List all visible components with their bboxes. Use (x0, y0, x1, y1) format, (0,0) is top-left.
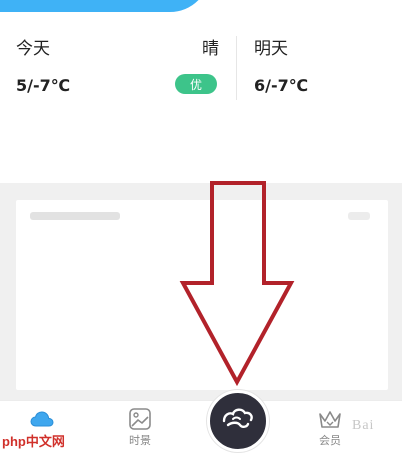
image-icon (129, 408, 151, 430)
tab-membership-label: 会员 (319, 434, 341, 447)
arrow-shape (179, 181, 295, 387)
php-watermark-logo: php中文网 (0, 430, 67, 451)
tab-scenery[interactable]: 时景 (110, 400, 170, 452)
cloud-icon (30, 411, 54, 427)
crown-icon (319, 411, 341, 428)
tab-scenery-label: 时景 (129, 434, 151, 447)
center-action-button[interactable] (207, 390, 269, 452)
baidu-watermark: Bai (352, 418, 375, 433)
tab-membership[interactable]: 会员 (300, 400, 360, 452)
annotation-arrow (179, 181, 295, 387)
cloud-swirl-icon (222, 408, 253, 428)
